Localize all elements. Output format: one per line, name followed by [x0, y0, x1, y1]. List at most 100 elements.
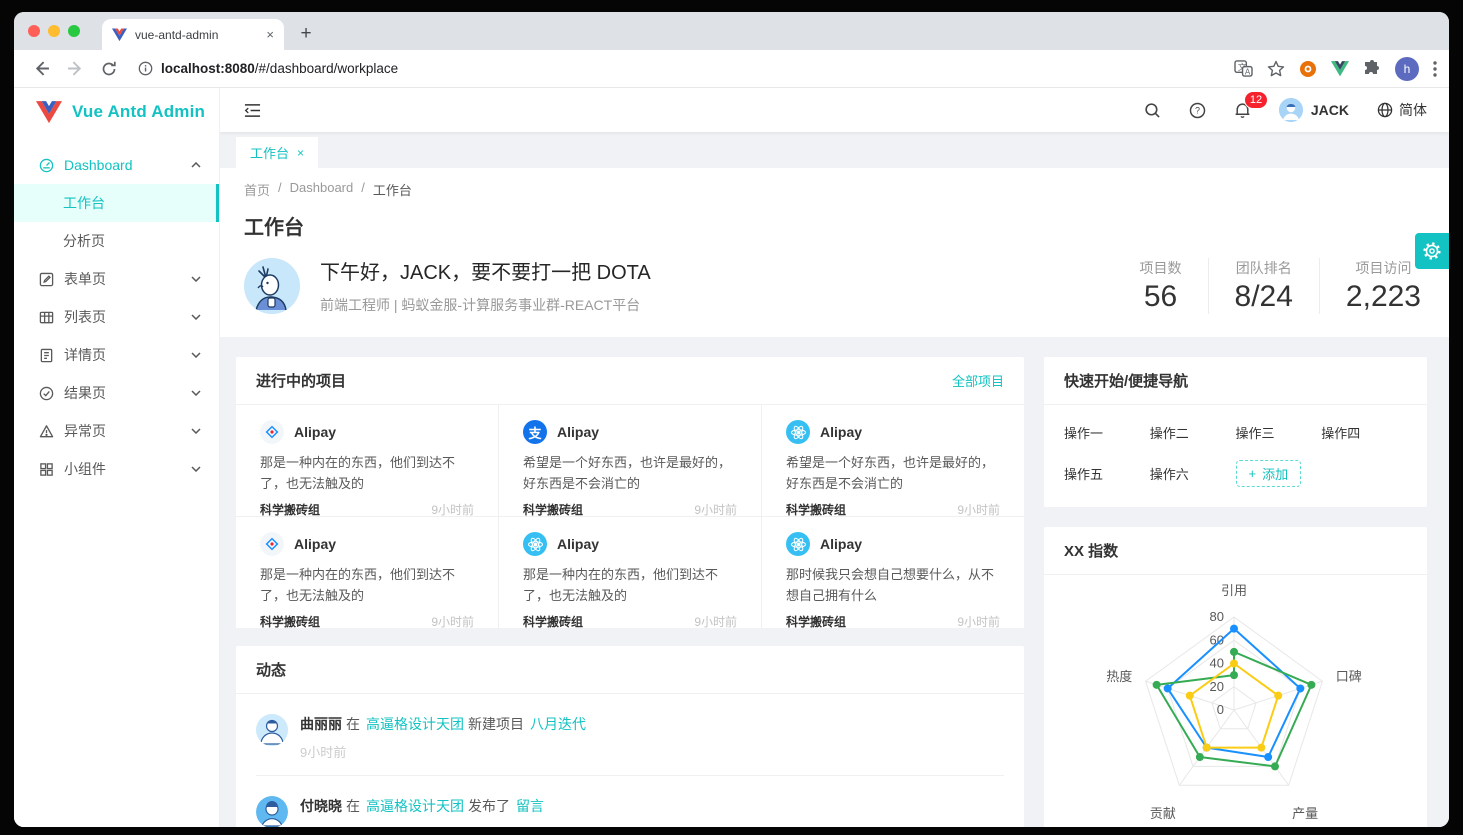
quicknav-link[interactable]: 操作四: [1321, 423, 1407, 442]
svg-text:80: 80: [1210, 609, 1224, 624]
browser-profile-avatar[interactable]: h: [1395, 57, 1419, 81]
sidebar-item-details[interactable]: 详情页: [14, 336, 219, 374]
extensions-puzzle-icon[interactable]: [1363, 60, 1381, 78]
activity-time: 9小时前: [300, 824, 548, 827]
tab-workplace[interactable]: 工作台 ×: [236, 137, 318, 168]
back-icon[interactable]: [28, 56, 54, 82]
svg-text:产量: 产量: [1292, 806, 1318, 821]
maximize-window-button[interactable]: [68, 25, 80, 37]
address-bar: localhost:8080/#/dashboard/workplace 文A …: [14, 50, 1449, 88]
page-header: 首页 / Dashboard / 工作台 工作台 下午好，JACK，要不要打一把…: [220, 168, 1449, 337]
quicknav-card: 快速开始/便捷导航 操作一 操作二 操作三 操作四 操作五 操作六 + 添加: [1044, 357, 1427, 507]
project-group-link[interactable]: 科学搬砖组: [523, 501, 583, 518]
language-label: 简体: [1399, 100, 1427, 120]
project-card[interactable]: Alipay 那是一种内在的东西，他们到达不了，也无法触及的 科学搬砖组9小时前: [236, 517, 498, 628]
quicknav-card-title: 快速开始/便捷导航: [1064, 370, 1188, 391]
activities-card: 动态 曲丽丽在高逼格设计天团新建项目八月迭代 9小时前: [236, 646, 1024, 827]
activity-avatar: [256, 714, 288, 746]
sidebar-item-results[interactable]: 结果页: [14, 374, 219, 412]
browser-tab[interactable]: vue-antd-admin ×: [102, 19, 284, 50]
projects-card: 进行中的项目 全部项目 Alipay 那是一种内在的东西，他们到达不了，也无法触…: [236, 357, 1024, 628]
reload-icon[interactable]: [96, 56, 122, 82]
projects-card-title: 进行中的项目: [256, 370, 346, 391]
browser-menu-kebab-icon[interactable]: [1433, 61, 1437, 77]
vue-devtools-icon[interactable]: [1331, 61, 1349, 77]
all-projects-link[interactable]: 全部项目: [952, 371, 1004, 390]
notification-bell-icon[interactable]: 12: [1234, 101, 1251, 119]
help-icon[interactable]: ?: [1189, 102, 1206, 119]
react-icon: [786, 420, 810, 444]
app-logo[interactable]: Vue Antd Admin: [14, 88, 219, 136]
url-box[interactable]: localhost:8080/#/dashboard/workplace: [138, 61, 1224, 76]
add-shortcut-button[interactable]: + 添加: [1236, 460, 1302, 487]
chevron-down-icon: [191, 428, 201, 434]
sidebar-item-dashboard[interactable]: Dashboard: [14, 146, 219, 184]
translate-icon[interactable]: 文A: [1234, 60, 1253, 77]
project-card[interactable]: Alipay 那时候我只会想自己想要什么，从不想自己拥有什么 科学搬砖组9小时前: [762, 517, 1024, 628]
chevron-down-icon: [191, 314, 201, 320]
sidebar-item-forms[interactable]: 表单页: [14, 260, 219, 298]
sidebar-item-workplace[interactable]: 工作台: [14, 184, 219, 222]
notification-badge: 12: [1244, 91, 1268, 109]
project-group-link[interactable]: 科学搬砖组: [260, 613, 320, 630]
quicknav-link[interactable]: 操作六: [1150, 464, 1236, 483]
project-card[interactable]: Alipay 那是一种内在的东西，他们到达不了，也无法触及的 科学搬砖组9小时前: [236, 405, 498, 516]
activity-user[interactable]: 曲丽丽: [300, 716, 342, 732]
svg-text:引用: 引用: [1221, 583, 1247, 598]
project-card[interactable]: Alipay 那是一种内在的东西，他们到达不了，也无法触及的 科学搬砖组9小时前: [499, 517, 761, 628]
activity-item: 曲丽丽在高逼格设计天团新建项目八月迭代 9小时前: [256, 694, 1004, 776]
project-group-link[interactable]: 科学搬砖组: [523, 613, 583, 630]
user-menu[interactable]: JACK: [1279, 98, 1349, 122]
settings-drawer-button[interactable]: [1415, 233, 1449, 269]
stat-projects: 项目数 56: [1114, 258, 1208, 314]
project-group-link[interactable]: 科学搬砖组: [260, 501, 320, 518]
activity-target-link[interactable]: 八月迭代: [530, 716, 586, 732]
close-window-button[interactable]: [28, 25, 40, 37]
antd-icon: [260, 420, 284, 444]
project-group-link[interactable]: 科学搬砖组: [786, 613, 846, 630]
sidebar-item-lists[interactable]: 列表页: [14, 298, 219, 336]
greeting-text: 下午好，JACK，要不要打一把 DOTA: [320, 256, 651, 285]
quicknav-link[interactable]: 操作二: [1150, 423, 1236, 442]
menu-fold-icon[interactable]: [244, 103, 261, 118]
quicknav-link[interactable]: 操作五: [1064, 464, 1150, 483]
chevron-down-icon: [191, 466, 201, 472]
quicknav-link[interactable]: 操作一: [1064, 423, 1150, 442]
chevron-down-icon: [191, 276, 201, 282]
bookmark-star-icon[interactable]: [1267, 60, 1285, 77]
breadcrumb-current: 工作台: [373, 180, 412, 199]
browser-window: vue-antd-admin × + localhost:8080/#/dash…: [14, 12, 1449, 827]
sidebar: Vue Antd Admin Dashboard 工作台 分析页 表单页: [14, 88, 220, 827]
react-icon: [523, 532, 547, 556]
forward-icon[interactable]: [62, 56, 88, 82]
tab-close-icon[interactable]: ×: [266, 27, 274, 42]
search-icon[interactable]: [1144, 102, 1161, 119]
project-card[interactable]: Alipay 希望是一个好东西，也许是最好的，好东西是不会消亡的 科学搬砖组9小…: [762, 405, 1024, 516]
activity-target-link[interactable]: 留言: [516, 798, 544, 814]
language-switcher[interactable]: 简体: [1377, 100, 1427, 120]
project-group-link[interactable]: 科学搬砖组: [786, 501, 846, 518]
activity-group-link[interactable]: 高逼格设计天团: [366, 798, 464, 814]
breadcrumb-dashboard[interactable]: Dashboard: [290, 180, 354, 199]
activity-group-link[interactable]: 高逼格设计天团: [366, 716, 464, 732]
app-header: ? 12 JACK 简体: [220, 88, 1449, 132]
sidebar-item-analysis[interactable]: 分析页: [14, 222, 219, 260]
extension-orange-icon[interactable]: [1299, 60, 1317, 78]
activity-user[interactable]: 付晓晓: [300, 798, 342, 814]
form-icon: [38, 271, 54, 287]
svg-text:贡献: 贡献: [1150, 806, 1176, 821]
svg-text:热度: 热度: [1106, 669, 1132, 684]
sidebar-item-widgets[interactable]: 小组件: [14, 450, 219, 488]
svg-text:0: 0: [1217, 702, 1224, 717]
url-host: localhost:8080: [161, 61, 255, 76]
minimize-window-button[interactable]: [48, 25, 60, 37]
project-card[interactable]: 支 Alipay 希望是一个好东西，也许是最好的，好东西是不会消亡的 科学搬砖组…: [499, 405, 761, 516]
gear-icon: [1423, 242, 1441, 260]
vue-favicon-icon: [112, 28, 127, 42]
tab-close-icon[interactable]: ×: [297, 146, 304, 160]
quicknav-link[interactable]: 操作三: [1236, 423, 1322, 442]
new-tab-button[interactable]: +: [292, 20, 320, 48]
breadcrumb-home[interactable]: 首页: [244, 180, 270, 199]
username: JACK: [1311, 102, 1349, 118]
sidebar-item-exceptions[interactable]: 异常页: [14, 412, 219, 450]
